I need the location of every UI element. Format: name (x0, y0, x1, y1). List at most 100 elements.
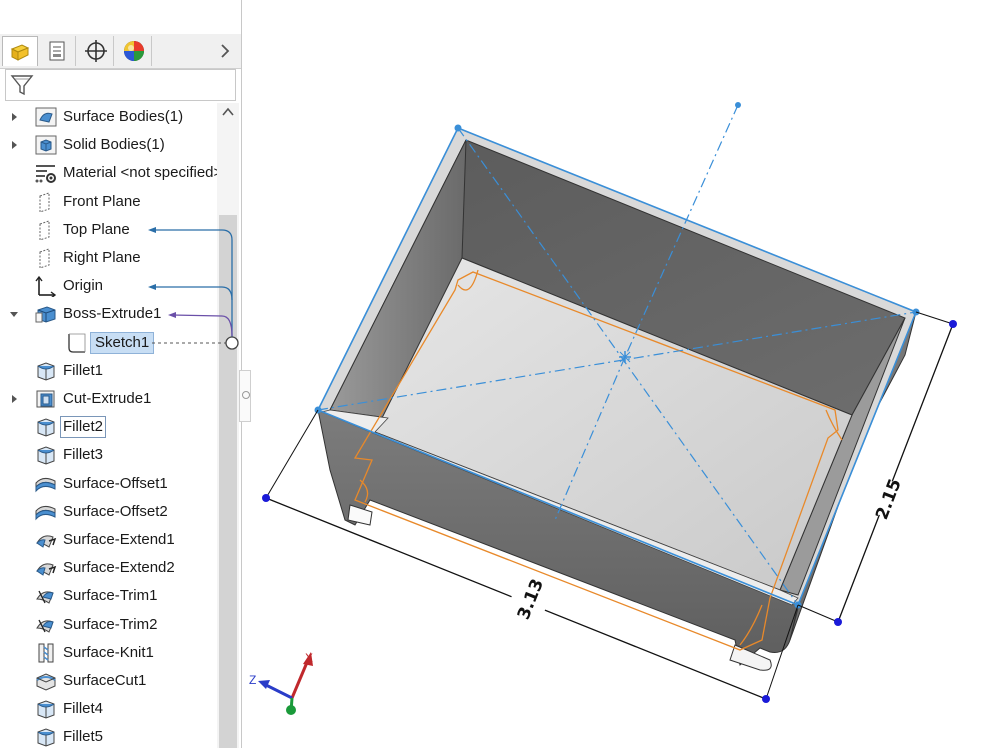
tree-item-label: Fillet1 (63, 361, 104, 379)
tree-item-fillet1[interactable]: Fillet1 (0, 357, 216, 385)
tree-item-cut-extrude1[interactable]: Cut-Extrude1 (0, 385, 216, 413)
chevron-right-icon (221, 44, 230, 58)
surface-cut-icon (35, 670, 57, 692)
tree-item-label: Solid Bodies(1) (63, 136, 165, 154)
tree-item-material-not-specified[interactable]: Material <not specified> (0, 159, 222, 187)
tree-item-label: Top Plane (63, 220, 130, 238)
tree-item-fillet5[interactable]: Fillet5 (0, 723, 216, 748)
center-point-icon[interactable] (619, 351, 631, 363)
collapsed-caret-icon[interactable] (9, 394, 19, 404)
triad-x-axis (290, 659, 310, 699)
surface-trim-icon (35, 585, 57, 607)
tree-item-surface-bodies-1[interactable]: Surface Bodies(1) (0, 103, 216, 131)
tab-feature-manager[interactable] (2, 36, 38, 66)
tree-item-label: Front Plane (63, 192, 141, 210)
tree-item-label: Surface-Offset2 (63, 502, 168, 520)
feature-tree: Surface Bodies(1) Solid Bodies(1) Material… (0, 103, 222, 748)
surface-knit-icon (35, 642, 57, 664)
surface-extend-icon (35, 529, 57, 551)
dimension-handle[interactable] (834, 618, 842, 626)
extension-line (265, 409, 319, 499)
tree-item-label: Fillet5 (63, 728, 104, 746)
surface-offset-icon (35, 473, 57, 495)
plane-icon (35, 247, 57, 269)
expanded-caret-icon[interactable] (9, 309, 19, 319)
sketch-icon (65, 332, 87, 354)
plane-icon (35, 191, 57, 213)
triad-x-label: X (305, 651, 313, 665)
collapsed-caret-icon[interactable] (9, 112, 19, 122)
tree-item-label: Surface-Trim1 (63, 587, 158, 605)
display-manager-icon (123, 41, 144, 61)
tree-item-label: Surface Bodies(1) (63, 108, 184, 125)
tree-item-label: Fillet2 (60, 416, 107, 439)
tree-item-label: Cut-Extrude1 (63, 390, 152, 407)
tree-item-label: Fillet3 (63, 446, 104, 464)
model-view[interactable]: 3.13 2.15 X Z (241, 0, 1000, 748)
tree-item-label: Material <not specified> (63, 164, 223, 182)
triad-z-label: Z (249, 673, 256, 687)
tree-item-right-plane[interactable]: Right Plane (0, 244, 216, 272)
tab-more-button[interactable] (212, 36, 238, 66)
tree-item-top-plane[interactable]: Top Plane (0, 216, 216, 244)
tab-display-manager[interactable] (116, 36, 152, 66)
graphics-area[interactable]: 3.13 2.15 X Z (241, 0, 1000, 748)
tree-item-sketch1[interactable]: Sketch1 (0, 329, 216, 357)
tree-item-label: SurfaceCut1 (63, 672, 147, 689)
tree-item-surface-extend2[interactable]: Surface-Extend2 (0, 554, 216, 582)
solid-bodies-folder-icon (35, 134, 57, 156)
surface-offset-icon (35, 501, 57, 523)
tree-item-label: Surface-Trim2 (63, 615, 158, 633)
cut-extrude-icon (35, 388, 57, 410)
tree-filter[interactable] (5, 69, 236, 101)
scroll-thumb[interactable] (219, 215, 237, 748)
fillet-icon (35, 444, 57, 466)
tree-item-label: Surface-Knit1 (63, 643, 154, 661)
tree-item-surface-offset1[interactable]: Surface-Offset1 (0, 470, 216, 498)
panel-tab-bar (0, 34, 241, 69)
tree-item-label: Origin (63, 277, 104, 295)
tree-item-label: Fillet4 (63, 700, 104, 718)
origin-icon (35, 275, 57, 299)
surface-trim-icon (35, 614, 57, 636)
tree-item-fillet3[interactable]: Fillet3 (0, 441, 216, 469)
tree-item-surface-offset2[interactable]: Surface-Offset2 (0, 498, 216, 526)
tree-item-label: Surface-Offset1 (63, 474, 168, 492)
material-icon (35, 162, 57, 184)
tree-item-surfacecut1[interactable]: SurfaceCut1 (0, 667, 216, 695)
tree-item-fillet4[interactable]: Fillet4 (0, 695, 216, 723)
tree-item-label: Surface-Extend2 (63, 559, 175, 577)
surface-extend-icon (35, 557, 57, 579)
tree-item-label: Sketch1 (90, 331, 155, 354)
tree-item-label: Right Plane (63, 249, 141, 266)
surface-bodies-folder-icon (35, 106, 57, 128)
configuration-manager-icon (84, 40, 107, 62)
feature-manager-icon (10, 43, 30, 61)
tab-configuration-manager[interactable] (78, 36, 114, 66)
axis-endpoint[interactable] (735, 102, 741, 108)
tree-item-front-plane[interactable]: Front Plane (0, 188, 216, 216)
tree-item-origin[interactable]: Origin (0, 272, 216, 300)
tree-item-surface-trim2[interactable]: Surface-Trim2 (0, 611, 216, 639)
tree-item-label: Surface-Extend1 (63, 531, 175, 548)
filter-icon (10, 75, 34, 96)
extrude-icon (35, 303, 57, 325)
fillet-icon (35, 416, 57, 438)
dimension-handle[interactable] (262, 494, 270, 502)
collapsed-caret-icon[interactable] (9, 140, 19, 150)
tree-item-surface-trim1[interactable]: Surface-Trim1 (0, 582, 216, 610)
tree-item-boss-extrude1[interactable]: Boss-Extrude1 (0, 300, 216, 328)
scroll-up-icon[interactable] (222, 107, 234, 117)
tree-item-fillet2[interactable]: Fillet2 (0, 413, 216, 441)
tree-item-surface-extend1[interactable]: Surface-Extend1 (0, 526, 216, 554)
fillet-icon (35, 698, 57, 720)
tab-property-manager[interactable] (40, 36, 76, 66)
fillet-icon (35, 360, 57, 382)
property-manager-icon (49, 41, 64, 61)
dimension-handle[interactable] (762, 695, 770, 703)
tree-item-surface-knit1[interactable]: Surface-Knit1 (0, 639, 216, 667)
tree-scrollbar[interactable] (217, 103, 239, 748)
extension-line (915, 311, 954, 325)
dimension-handle[interactable] (949, 320, 957, 328)
tree-item-solid-bodies-1[interactable]: Solid Bodies(1) (0, 131, 216, 159)
